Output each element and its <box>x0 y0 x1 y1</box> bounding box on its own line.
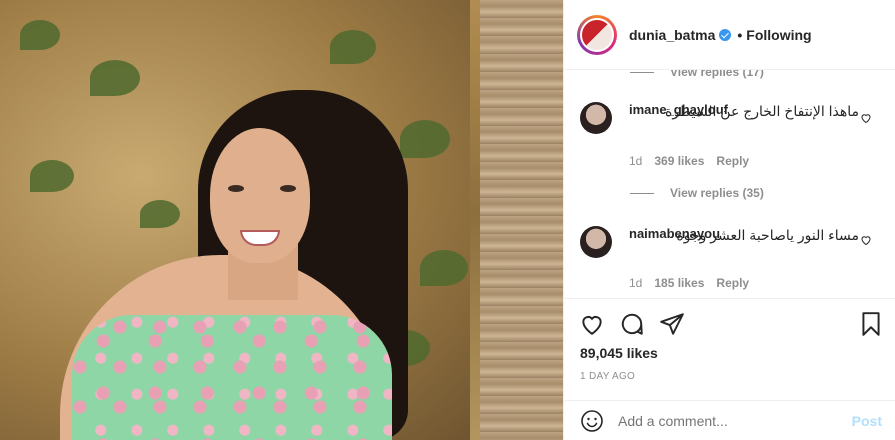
comment-icon[interactable] <box>619 311 645 337</box>
reply-button[interactable]: Reply <box>716 276 749 290</box>
commenter-avatar[interactable] <box>580 226 612 258</box>
replies-line <box>630 192 654 194</box>
heart-icon[interactable] <box>860 234 872 246</box>
comment-text: ماهذا الإنتفاخ الخارج عن السيطرة <box>664 103 859 119</box>
leaf-decor <box>400 120 450 158</box>
share-icon[interactable] <box>659 311 685 337</box>
post-actions: 89,045 likes 1 DAY AGO <box>564 298 895 408</box>
comment-item: naimabenayou مساء النور ياصاحبة العشر وج… <box>580 226 880 296</box>
post-button[interactable]: Post <box>852 413 882 429</box>
like-heart-icon[interactable] <box>579 311 605 337</box>
post-photo[interactable] <box>0 0 563 440</box>
separator-dot: • <box>737 26 743 43</box>
author-username[interactable]: dunia_batma <box>629 27 715 43</box>
comment-age: 1d <box>629 276 643 290</box>
comment-input[interactable] <box>618 412 838 429</box>
heart-icon[interactable] <box>860 112 872 124</box>
leaf-decor <box>30 160 74 192</box>
leaf-decor <box>140 200 180 228</box>
comment-age: 1d <box>629 154 643 168</box>
floral-dress <box>72 315 392 440</box>
comment-meta: 1d 185 likes Reply <box>629 276 749 290</box>
view-replies-button[interactable]: View replies (17) <box>630 70 764 79</box>
bookmark-icon[interactable] <box>858 311 884 337</box>
right-eye <box>280 185 296 192</box>
replies-line <box>630 71 654 73</box>
left-eye <box>228 185 244 192</box>
view-replies-label: View replies (35) <box>670 186 764 200</box>
comment-composer: Post <box>564 400 895 440</box>
comment-text: مساء النور ياصاحبة العشر وجوه <box>676 227 859 243</box>
leaf-decor <box>90 60 140 96</box>
comment-likes[interactable]: 369 likes <box>654 154 704 168</box>
view-replies-button[interactable]: View replies (35) <box>630 186 764 200</box>
leaf-decor <box>420 250 468 286</box>
verified-badge-icon <box>719 28 732 41</box>
comments-list[interactable]: View replies (17) imane_ghaylouf ماهذا ا… <box>564 70 895 298</box>
view-replies-label: View replies (17) <box>670 70 764 79</box>
comment-likes[interactable]: 185 likes <box>654 276 704 290</box>
commenter-avatar[interactable] <box>580 102 612 134</box>
following-button[interactable]: Following <box>746 27 811 43</box>
post-header: dunia_batma • Following <box>564 0 895 70</box>
author-avatar[interactable] <box>577 14 617 55</box>
post-sidebar: dunia_batma • Following View replies (17… <box>563 0 895 440</box>
comment-meta: 1d 369 likes Reply <box>629 154 749 168</box>
avatar-image <box>580 17 614 52</box>
reply-button[interactable]: Reply <box>716 154 749 168</box>
post-timestamp[interactable]: 1 DAY AGO <box>580 371 635 382</box>
emoji-icon[interactable] <box>580 409 604 433</box>
leaf-decor <box>20 20 60 50</box>
like-count[interactable]: 89,045 likes <box>580 345 658 361</box>
comment-item: imane_ghaylouf ماهذا الإنتفاخ الخارج عن … <box>580 102 880 172</box>
palm-trunk <box>480 0 563 440</box>
leaf-decor <box>330 30 376 64</box>
